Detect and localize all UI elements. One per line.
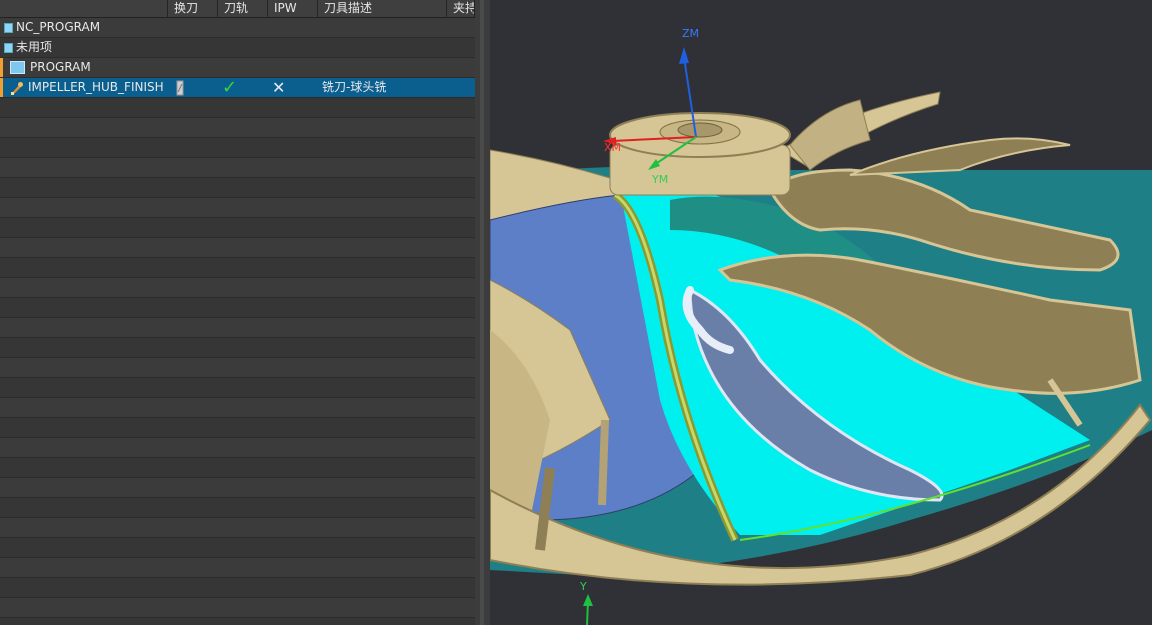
navigator-header: 换刀 刀轨 IPW 刀具描述 夹持 xyxy=(0,0,475,18)
col-tool-change-header[interactable]: 换刀 xyxy=(168,0,218,17)
operation-navigator: 换刀 刀轨 IPW 刀具描述 夹持 NC_PROGRAM 未用项 PROGRAM xyxy=(0,0,475,625)
tree-label: NC_PROGRAM xyxy=(16,20,101,34)
empty-row xyxy=(0,138,475,158)
axis-ym-label: YM xyxy=(652,173,669,186)
empty-row xyxy=(0,178,475,198)
program-root-icon xyxy=(4,22,13,33)
empty-row xyxy=(0,398,475,418)
axis-y-label: Y xyxy=(580,580,587,593)
tree-label: IMPELLER_HUB_FINISH xyxy=(28,80,164,94)
col-toolpath-header[interactable]: 刀轨 xyxy=(218,0,268,17)
axis-zm-label: ZM xyxy=(682,27,700,40)
empty-row xyxy=(0,98,475,118)
col-ipw-header[interactable]: IPW xyxy=(268,0,318,17)
empty-row xyxy=(0,158,475,178)
empty-row xyxy=(0,278,475,298)
tree-row-nc-program[interactable]: NC_PROGRAM xyxy=(0,18,475,38)
empty-row xyxy=(0,598,475,618)
tree-row-unused-items[interactable]: 未用项 xyxy=(0,38,475,58)
unused-items-icon xyxy=(4,42,13,53)
ipw-status: ✕ xyxy=(272,78,286,97)
empty-row xyxy=(0,198,475,218)
operation-tree: NC_PROGRAM 未用项 PROGRAM IMPELLER_HUB_FINI… xyxy=(0,18,475,625)
col-holder-header[interactable]: 夹持 xyxy=(447,0,475,17)
axis-xm-label: XM xyxy=(604,141,622,154)
empty-row xyxy=(0,578,475,598)
empty-row xyxy=(0,358,475,378)
empty-row xyxy=(0,618,475,625)
impeller-model xyxy=(490,47,1152,625)
panel-splitter[interactable] xyxy=(475,0,490,625)
graphics-viewport[interactable]: ZM XM YM Y xyxy=(490,0,1152,625)
col-tool-desc-header[interactable]: 刀具描述 xyxy=(318,0,447,17)
empty-row xyxy=(0,538,475,558)
empty-row xyxy=(0,258,475,278)
tree-row-program[interactable]: PROGRAM xyxy=(0,58,475,78)
tree-label: PROGRAM xyxy=(30,60,91,74)
toolpath-status: ✓ xyxy=(222,78,238,97)
empty-row xyxy=(0,338,475,358)
operation-icon xyxy=(11,81,23,95)
empty-row xyxy=(0,298,475,318)
tool-change-icon xyxy=(176,80,184,96)
empty-row xyxy=(0,458,475,478)
empty-row xyxy=(0,238,475,258)
empty-row xyxy=(0,418,475,438)
tree-label: 未用项 xyxy=(16,40,53,54)
tree-row-impeller-hub-finish[interactable]: IMPELLER_HUB_FINISH ✓ ✕ 铣刀-球头铣 xyxy=(0,78,475,98)
folder-icon xyxy=(10,61,25,74)
tool-description: 铣刀-球头铣 xyxy=(322,80,387,94)
empty-row xyxy=(0,438,475,458)
empty-row xyxy=(0,378,475,398)
empty-row xyxy=(0,518,475,538)
empty-row xyxy=(0,318,475,338)
col-name-header[interactable] xyxy=(0,0,168,17)
empty-row xyxy=(0,218,475,238)
empty-row xyxy=(0,558,475,578)
empty-row xyxy=(0,478,475,498)
empty-row xyxy=(0,118,475,138)
empty-row xyxy=(0,498,475,518)
